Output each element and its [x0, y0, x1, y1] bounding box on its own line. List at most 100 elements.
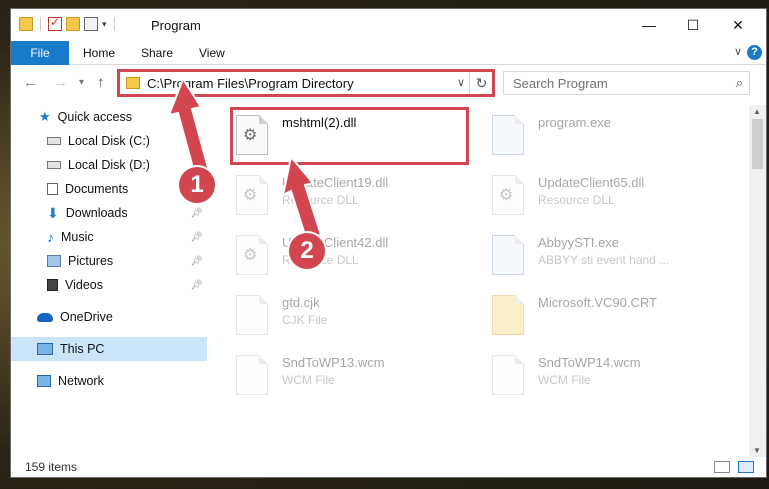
file-name: program.exe — [538, 115, 611, 130]
sidebar-item-network[interactable]: Network — [11, 369, 207, 393]
list-item[interactable]: program.exe — [492, 111, 732, 167]
details-view-icon[interactable] — [714, 461, 730, 473]
file-icon — [492, 355, 524, 395]
large-icons-view-icon[interactable] — [738, 461, 754, 473]
list-item[interactable]: SndToWP14.wcm WCM File — [492, 351, 732, 407]
file-highlight — [230, 107, 469, 165]
sidebar-item-local-disk-d[interactable]: Local Disk (D:) — [11, 153, 207, 177]
folder-icon — [492, 295, 524, 335]
drive-icon — [47, 137, 61, 145]
exe-icon — [492, 115, 524, 155]
scroll-down-icon[interactable]: ▼ — [753, 446, 761, 455]
tab-share[interactable]: Share — [127, 41, 187, 65]
sidebar-item-pictures[interactable]: Pictures 📌︎ — [11, 249, 207, 273]
recent-locations-button[interactable]: ▾ — [79, 77, 84, 88]
file-type: Resource DLL — [282, 193, 359, 207]
list-item[interactable]: ⚙ UpdateClient19.dll Resource DLL — [236, 171, 476, 227]
list-item[interactable]: ⚙ UpdateClient65.dll Resource DLL — [492, 171, 732, 227]
help-icon[interactable]: ? — [747, 45, 762, 60]
folder-icon — [19, 17, 33, 31]
sidebar-item-label: Network — [58, 374, 104, 388]
music-icon: ♪ — [47, 229, 54, 245]
vertical-scrollbar[interactable]: ▲ ▼ — [749, 105, 766, 457]
list-item[interactable]: Microsoft.VC90.CRT — [492, 291, 732, 347]
list-item[interactable]: AbbyySTI.exe ABBYY sti event hand ... — [492, 231, 732, 287]
pin-icon: 📌︎ — [190, 231, 203, 243]
file-name: gtd.cjk — [282, 295, 320, 310]
sidebar-item-quick-access[interactable]: ★ Quick access — [11, 105, 207, 129]
forward-button[interactable]: → — [53, 74, 68, 91]
sidebar-item-label: Pictures — [68, 254, 114, 268]
close-button[interactable]: ✕ — [715, 9, 761, 41]
file-name: SndToWP13.wcm — [282, 355, 385, 370]
file-name: UpdateClient19.dll — [282, 175, 389, 190]
file-type: ABBYY sti event hand ... — [538, 253, 670, 267]
list-item[interactable]: SndToWP13.wcm WCM File — [236, 351, 476, 407]
tab-file[interactable]: File — [11, 41, 69, 65]
dll-icon: ⚙ — [492, 175, 524, 215]
downloads-icon: ⬇ — [47, 205, 59, 221]
sidebar-item-local-disk-c[interactable]: Local Disk (C:) 📌︎ — [11, 129, 207, 153]
step-badge-1: 1 — [177, 165, 217, 205]
maximize-button[interactable]: ☐ — [670, 9, 716, 41]
list-item[interactable]: ⚙ UpdateClient42.dll Resource DLL — [236, 231, 476, 287]
tab-view[interactable]: View — [185, 41, 239, 65]
customize-toolbar-icon[interactable] — [84, 17, 98, 31]
sidebar-item-label: Local Disk (D:) — [68, 158, 150, 172]
title-bar: ▾ Program — ☐ ✕ — [11, 9, 766, 41]
file-type: CJK File — [282, 313, 328, 327]
sidebar-item-label: Music — [61, 230, 94, 244]
sidebar-item-this-pc[interactable]: This PC — [11, 337, 207, 361]
pin-icon: 📌︎ — [190, 207, 203, 219]
file-name: Microsoft.VC90.CRT — [538, 295, 657, 310]
sidebar-item-label: OneDrive — [60, 310, 113, 324]
scroll-up-icon[interactable]: ▲ — [753, 107, 761, 116]
step-badge-2: 2 — [287, 231, 327, 271]
star-icon: ★ — [39, 109, 51, 124]
file-type: WCM File — [538, 373, 591, 387]
exe-icon — [492, 235, 524, 275]
drive-icon — [47, 161, 61, 169]
sidebar-item-music[interactable]: ♪ Music 📌︎ — [11, 225, 207, 249]
file-type: Resource DLL — [538, 193, 615, 207]
pin-icon: 📌︎ — [190, 279, 203, 291]
file-icon — [236, 295, 268, 335]
sidebar-item-label: Quick access — [57, 110, 132, 124]
sidebar-item-onedrive[interactable]: OneDrive — [11, 305, 207, 329]
scrollbar-thumb[interactable] — [752, 119, 763, 169]
file-icon — [236, 355, 268, 395]
pictures-icon — [47, 255, 61, 267]
file-type: WCM File — [282, 373, 335, 387]
sidebar-item-downloads[interactable]: ⬇ Downloads 📌︎ — [11, 201, 207, 225]
onedrive-icon — [37, 312, 53, 322]
chevron-down-icon[interactable]: ▾ — [102, 19, 107, 30]
file-name: UpdateClient65.dll — [538, 175, 645, 190]
search-input[interactable]: Search Program ⌕ — [503, 71, 750, 95]
file-name: SndToWP14.wcm — [538, 355, 641, 370]
back-button[interactable]: ← — [23, 74, 38, 91]
list-item[interactable]: gtd.cjk CJK File — [236, 291, 476, 347]
up-button[interactable]: ↑ — [97, 74, 105, 91]
sidebar-item-label: This PC — [60, 342, 105, 356]
sidebar-item-label: Documents — [65, 182, 129, 196]
expand-ribbon-icon[interactable]: ∨ — [734, 45, 742, 58]
dll-icon: ⚙ — [236, 175, 268, 215]
file-explorer-window: ▾ Program — ☐ ✕ File Home Share View ∨ ?… — [10, 8, 767, 478]
address-highlight — [117, 69, 495, 97]
quick-access-toolbar: ▾ — [19, 15, 118, 31]
videos-icon — [47, 279, 58, 291]
item-count: 159 items — [25, 460, 78, 474]
ribbon-tabs: File Home Share View ∨ ? — [11, 41, 766, 65]
properties-check-icon[interactable] — [48, 15, 62, 31]
minimize-button[interactable]: — — [626, 9, 672, 41]
search-icon[interactable]: ⌕ — [736, 75, 743, 91]
network-icon — [37, 375, 51, 387]
documents-icon — [47, 183, 58, 195]
new-folder-icon[interactable] — [66, 17, 80, 31]
sidebar-item-videos[interactable]: Videos 📌︎ — [11, 273, 207, 297]
divider — [113, 17, 115, 31]
sidebar-item-label: Downloads — [65, 206, 128, 220]
file-name: AbbyySTI.exe — [538, 235, 619, 250]
navigation-pane: ★ Quick access Local Disk (C:) 📌︎ Local … — [11, 105, 207, 457]
tab-home[interactable]: Home — [69, 41, 129, 65]
